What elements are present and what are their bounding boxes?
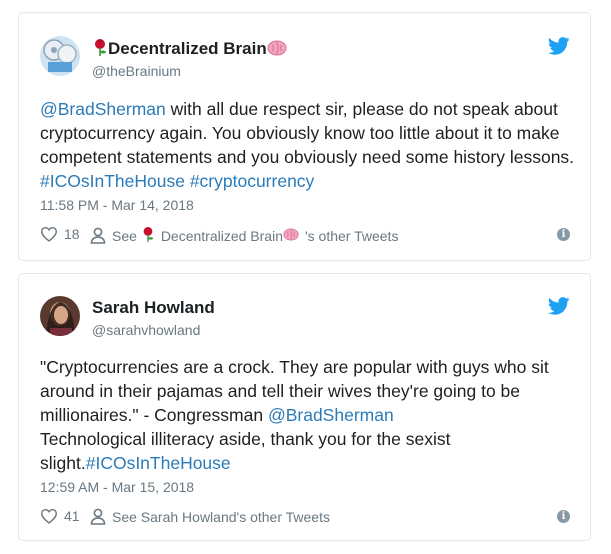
rose-icon <box>141 226 161 245</box>
rose-icon <box>92 38 108 61</box>
user-handle[interactable]: @theBrainium <box>92 63 181 79</box>
display-name[interactable]: Sarah Howland <box>92 298 215 318</box>
mention-link[interactable]: @BradSherman <box>40 99 166 119</box>
twitter-bird-icon[interactable] <box>548 297 570 315</box>
person-icon <box>90 508 106 525</box>
tweet-text: "Cryptocurrencies are a crock. They are … <box>40 357 549 473</box>
info-icon[interactable]: i <box>557 510 570 523</box>
hashtag-link[interactable]: #ICOsInTheHouse <box>40 171 185 191</box>
heart-icon <box>40 226 58 242</box>
like-count: 41 <box>64 508 80 524</box>
timestamp[interactable]: 11:58 PM - Mar 14, 2018 <box>40 197 194 213</box>
heart-icon <box>40 508 58 524</box>
brain-icon <box>267 40 287 61</box>
like-button[interactable]: 41 <box>40 508 80 524</box>
hashtag-link[interactable]: #ICOsInTheHouse <box>86 453 231 473</box>
person-icon <box>90 227 106 244</box>
tweet-card[interactable]: Sarah Howland @sarahvhowland "Cryptocurr… <box>18 273 591 541</box>
timestamp[interactable]: 12:59 AM - Mar 15, 2018 <box>40 479 194 495</box>
see-other-tweets-link[interactable]: See Decentralized Brain's other Tweets <box>90 226 398 245</box>
tweet-actions: 41 See Sarah Howland's other Tweets i <box>40 508 570 528</box>
tweet-actions: 18 See Decentralized Brain's other Tweet… <box>40 226 570 246</box>
tweet-card[interactable]: Decentralized Brain @theBrainium @BradSh… <box>18 12 591 261</box>
twitter-bird-icon[interactable] <box>548 37 570 55</box>
mention-link[interactable]: @BradSherman <box>268 405 394 425</box>
avatar[interactable] <box>40 296 80 336</box>
info-icon[interactable]: i <box>557 228 570 241</box>
like-button[interactable]: 18 <box>40 226 80 242</box>
display-name[interactable]: Decentralized Brain <box>92 38 287 61</box>
brain-icon <box>283 228 305 244</box>
hashtag-link[interactable]: #cryptocurrency <box>190 171 315 191</box>
avatar[interactable] <box>40 36 80 76</box>
like-count: 18 <box>64 226 80 242</box>
user-handle[interactable]: @sarahvhowland <box>92 322 200 338</box>
see-other-tweets-link[interactable]: See Sarah Howland's other Tweets <box>90 508 330 525</box>
tweet-text: @BradSherman with all due respect sir, p… <box>40 99 575 191</box>
